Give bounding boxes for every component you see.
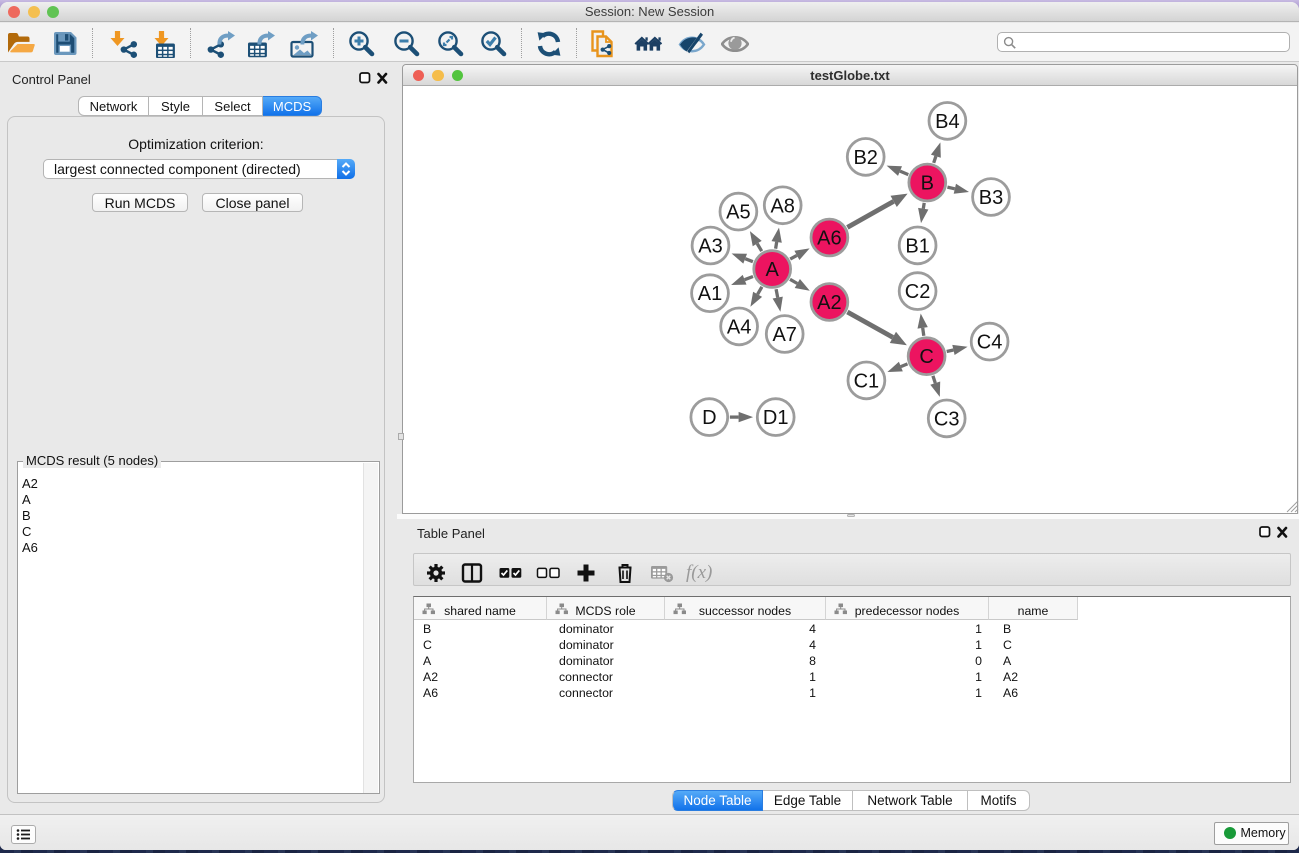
svg-text:A: A <box>766 259 780 281</box>
svg-text:B3: B3 <box>979 187 1003 209</box>
svg-text:B: B <box>921 173 934 195</box>
svg-text:A3: A3 <box>698 236 722 258</box>
svg-text:C1: C1 <box>854 370 880 392</box>
svg-text:C3: C3 <box>934 408 960 430</box>
svg-text:B2: B2 <box>853 147 877 169</box>
svg-text:A2: A2 <box>817 292 841 314</box>
svg-text:C: C <box>919 346 933 368</box>
svg-text:A6: A6 <box>817 228 841 250</box>
svg-text:B1: B1 <box>905 235 929 257</box>
svg-text:C2: C2 <box>905 281 931 303</box>
svg-text:A5: A5 <box>726 202 750 224</box>
svg-text:D: D <box>702 407 716 429</box>
svg-text:D1: D1 <box>763 407 789 429</box>
svg-text:B4: B4 <box>935 111 959 133</box>
svg-text:A8: A8 <box>770 195 794 217</box>
svg-text:A7: A7 <box>772 324 796 346</box>
svg-text:A1: A1 <box>698 283 722 305</box>
svg-text:C4: C4 <box>977 332 1003 354</box>
svg-text:A4: A4 <box>727 316 751 338</box>
